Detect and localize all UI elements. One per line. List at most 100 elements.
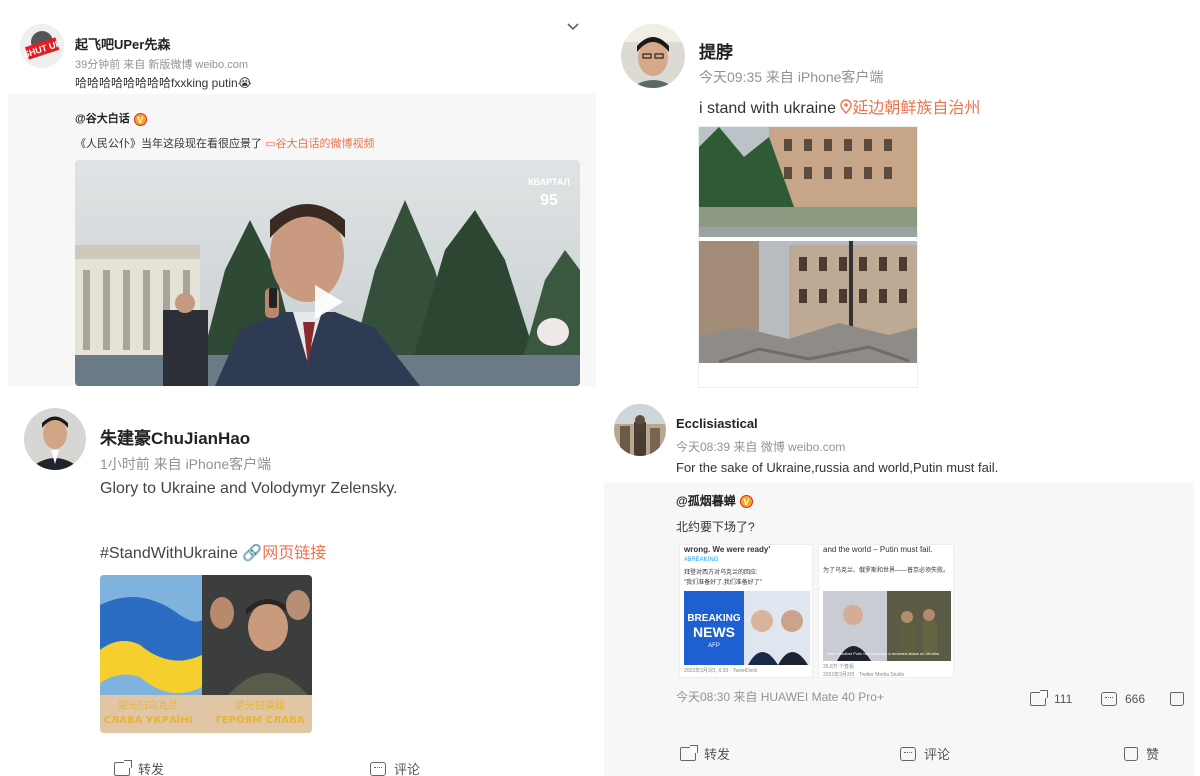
share-label: 转发 (704, 747, 731, 762)
repost-text-row: 《人民公仆》当年这段现在看很应景了 ▭谷大白话的微博视频 (75, 135, 374, 151)
comment-label: 评论 (924, 747, 951, 762)
verified-badge-icon: V (133, 112, 147, 126)
card2-head: and the world – Putin must fail. (823, 545, 933, 554)
card1-breaking: #BREAKING (684, 557, 719, 563)
post-text: For the sake of Ukraine,russia and world… (676, 460, 999, 475)
breaking-news-image: BREAKING NEWS AFP (684, 591, 810, 665)
repost-author[interactable]: @谷大白话 (75, 113, 130, 125)
verified-badge-icon: V (739, 495, 753, 509)
avatar[interactable]: SHUT UP (20, 24, 64, 68)
weibo-post-bottom-right: Ecclisiastical 今天08:39 来自 微博 weibo.com F… (604, 392, 1200, 776)
video-link-text: 谷大白话的微博视频 (275, 138, 375, 150)
tweet-card-1[interactable]: wrong. We were ready' #BREAKING 拜登对西方对乌克… (679, 544, 813, 678)
author-name[interactable]: 提脖 (699, 38, 733, 63)
breaking-news-bottom: NEWS (693, 624, 735, 640)
card2-stats: 26.8万 个查看 (823, 664, 855, 670)
putin-soldiers-image: when Vladimir Putin has launched a renew… (823, 591, 951, 661)
comment-button[interactable]: 评论 (900, 744, 950, 763)
share-icon (680, 744, 698, 761)
like-icon (1124, 746, 1138, 761)
post-meta: 今天09:35 来自 iPhone客户端 (699, 69, 884, 85)
card2-footer: 2022年3月3日 · Twitter Media Studio (823, 672, 905, 678)
avatar[interactable] (24, 408, 86, 470)
avatar-shut-up-image: SHUT UP (20, 24, 64, 68)
location-text: 延边朝鲜族自治州 (852, 100, 981, 117)
share-label: 转发 (138, 762, 165, 776)
caption-left: СЛАВА УКРАЇНІ (104, 712, 193, 726)
author-name[interactable]: 朱建豪ChuJianHao (100, 424, 250, 449)
hashtag[interactable]: #StandWithUkraine (100, 545, 238, 562)
chevron-down-icon[interactable] (566, 22, 580, 32)
comment-icon (1101, 692, 1117, 706)
share-button[interactable]: 转发 (680, 744, 730, 763)
author-name[interactable]: 起飞吧UPer先森 (75, 34, 170, 53)
repost-container: @孤烟暮蝉 V 北约要下场了? wrong. We were ready' #BR… (604, 482, 1194, 776)
post-meta: 今天08:39 来自 微博 weibo.com (676, 440, 846, 454)
share-button[interactable]: 转发 (114, 759, 164, 776)
comment-button[interactable]: 评论 (370, 759, 420, 776)
post-text: Glory to Ukraine and Volodymyr Zelensky. (100, 480, 398, 497)
play-icon[interactable] (315, 285, 343, 319)
avatar-photo (614, 404, 666, 456)
post-meta: 39分钟前 来自 新版微博 weibo.com (75, 59, 248, 71)
post-meta: 1小时前 来自 iPhone客户端 (100, 456, 272, 472)
post-image[interactable]: 荣光归乌克兰 СЛАВА УКРАЇНІ 荣光归英雄 ГЕРОЯМ СЛАВА (100, 575, 312, 733)
card2-cn: 为了乌克兰、俄罗斯和世界——普京必须失败。 (823, 568, 950, 574)
comment-count: 666 (1125, 692, 1146, 706)
avatar-photo (621, 24, 685, 88)
card2-caption: when Vladimir Putin has launched a renew… (827, 651, 940, 656)
share-icon (1030, 690, 1048, 706)
repost-author-row: @孤烟暮蝉 V (676, 492, 753, 509)
author-name[interactable]: Ecclisiastical (676, 416, 758, 431)
weibo-post-top-right: 提脖 今天09:35 来自 iPhone客户端 i stand with ukr… (604, 0, 1200, 388)
caption-right: ГЕРОЯМ СЛАВА (216, 715, 305, 726)
weibo-post-bottom-left: 朱建豪ChuJianHao 1小时前 来自 iPhone客户端 Glory to… (0, 392, 598, 776)
share-icon (114, 759, 132, 776)
avatar-photo (24, 408, 86, 470)
repost-like-button[interactable] (1170, 692, 1184, 706)
location-link[interactable]: 延边朝鲜族自治州 (840, 99, 981, 117)
repost-share-button[interactable]: 111 (1030, 690, 1073, 706)
channel-logo-bottom: 95 (540, 192, 558, 209)
like-icon (1170, 692, 1184, 706)
post-text: 哈哈哈哈哈哈哈哈fxxking putin😭 (75, 76, 252, 90)
repost-text: 北约要下场了? (676, 520, 755, 534)
video-thumbnail: КВАРТАЛ 95 (75, 160, 580, 386)
web-link[interactable]: 🔗网页链接 (242, 545, 326, 562)
repost-text: 《人民公仆》当年这段现在看很应景了 (75, 138, 262, 150)
web-link-text: 网页链接 (262, 545, 327, 562)
video-link[interactable]: ▭谷大白话的微博视频 (265, 138, 374, 150)
comment-label: 评论 (394, 762, 421, 776)
comment-icon (900, 746, 916, 761)
repost-author[interactable]: @孤烟暮蝉 (676, 494, 736, 508)
kharkiv-before-after-image (699, 127, 917, 387)
post-image[interactable] (698, 126, 918, 388)
comment-icon (370, 761, 386, 776)
caption-right-cn: 荣光归英雄 (235, 699, 285, 712)
card1-cn-a: 拜登对西方对乌克兰的回应: (684, 570, 758, 576)
card1-footer: 2022年3月3日, 6:33 · TweetDeck (684, 668, 758, 674)
post-text-row: i stand with ukraine 延边朝鲜族自治州 (699, 94, 980, 118)
like-button[interactable]: 赞 (1124, 744, 1159, 763)
avatar[interactable] (614, 404, 666, 456)
card1-head: wrong. We were ready' (684, 545, 771, 554)
avatar[interactable] (621, 24, 685, 88)
breaking-news-agency: AFP (708, 643, 720, 649)
tweet-card-2[interactable]: and the world – Putin must fail. 为了乌克兰、俄… (818, 544, 954, 678)
repost-comment-button[interactable]: 666 (1101, 692, 1145, 706)
repost-meta: 今天08:30 来自 HUAWEI Mate 40 Pro+ (676, 690, 884, 704)
weibo-post-top-left: SHUT UP 起飞吧UPer先森 39分钟前 来自 新版微博 weibo.co… (0, 0, 598, 386)
ukraine-flag-zelensky-image: 荣光归乌克兰 СЛАВА УКРАЇНІ 荣光归英雄 ГЕРОЯМ СЛАВА (100, 575, 312, 733)
caption-left-cn: 荣光归乌克兰 (118, 699, 178, 712)
link-icon: 🔗 (242, 545, 263, 562)
channel-logo-top: КВАРТАЛ (528, 177, 570, 187)
repost-author-row: @谷大白话 V (75, 110, 147, 126)
video-player[interactable]: КВАРТАЛ 95 (75, 160, 580, 386)
card1-cn-b: "我们准备好了,我们准备好了" (684, 580, 762, 586)
location-pin-icon (840, 99, 853, 114)
post-text: i stand with ukraine (699, 100, 836, 117)
like-label: 赞 (1146, 747, 1160, 762)
post-hashtag-row: #StandWithUkraine 🔗网页链接 (100, 539, 326, 563)
share-count: 111 (1054, 692, 1073, 706)
video-link-icon: ▭ (265, 138, 276, 150)
